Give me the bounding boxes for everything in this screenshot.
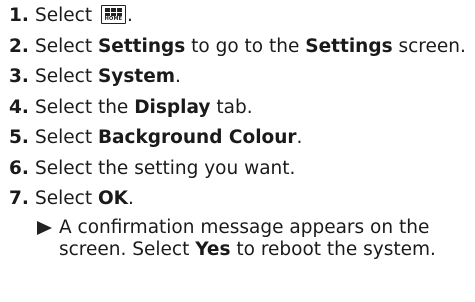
grid-icon xyxy=(104,8,122,16)
step-number: 4. xyxy=(9,96,29,118)
step-number: 6. xyxy=(9,157,29,179)
step-2: 2. Select Settings to go to the Settings… xyxy=(9,36,475,58)
home-icon-label: HOME xyxy=(104,16,123,22)
step-7: 7. Select OK. xyxy=(9,188,475,210)
step-number: 1. xyxy=(9,5,29,26)
step-text: Select the setting you want. xyxy=(35,157,296,179)
instruction-list: 1. Select HOME . 2. Select Settings to g… xyxy=(0,0,475,261)
step-text: Select xyxy=(35,188,98,209)
step-number: 2. xyxy=(9,35,29,57)
ok-term: OK xyxy=(97,188,129,209)
step-number: 5. xyxy=(9,127,29,148)
step-text: Select xyxy=(35,127,98,148)
settings-screen-term: Settings xyxy=(305,35,393,57)
display-term: Display xyxy=(134,96,211,118)
step-number: 7. xyxy=(9,188,29,209)
background-colour-term: Background Colour xyxy=(97,127,297,148)
step-result: A confirmation message appears on the sc… xyxy=(9,217,475,261)
result-text-end: to reboot the system. xyxy=(230,238,436,260)
step-text-end: . xyxy=(296,127,303,148)
step-text: Select xyxy=(35,66,98,87)
step-text: Select xyxy=(35,35,98,57)
step-text: Select the xyxy=(35,96,135,118)
step-text-end: . xyxy=(126,5,133,26)
triangle-arrow-icon xyxy=(37,220,52,235)
step-text-end: . xyxy=(175,66,181,87)
step-text-end: . xyxy=(128,188,134,209)
step-1: 1. Select HOME . xyxy=(9,5,475,27)
step-5: 5. Select Background Colour. xyxy=(9,127,475,149)
step-text-end: tab. xyxy=(210,96,253,118)
step-3: 3. Select System. xyxy=(9,66,475,88)
yes-term: Yes xyxy=(195,238,231,260)
step-text-mid: to go to the xyxy=(185,35,306,57)
settings-term: Settings xyxy=(97,35,186,57)
system-term: System xyxy=(97,66,176,87)
step-6: 6. Select the setting you want. xyxy=(9,158,475,180)
step-4: 4. Select the Display tab. xyxy=(9,97,475,119)
step-text-end: screen. xyxy=(392,35,466,57)
step-text: Select xyxy=(35,5,93,26)
step-number: 3. xyxy=(9,66,29,87)
home-button-icon: HOME xyxy=(100,5,126,24)
